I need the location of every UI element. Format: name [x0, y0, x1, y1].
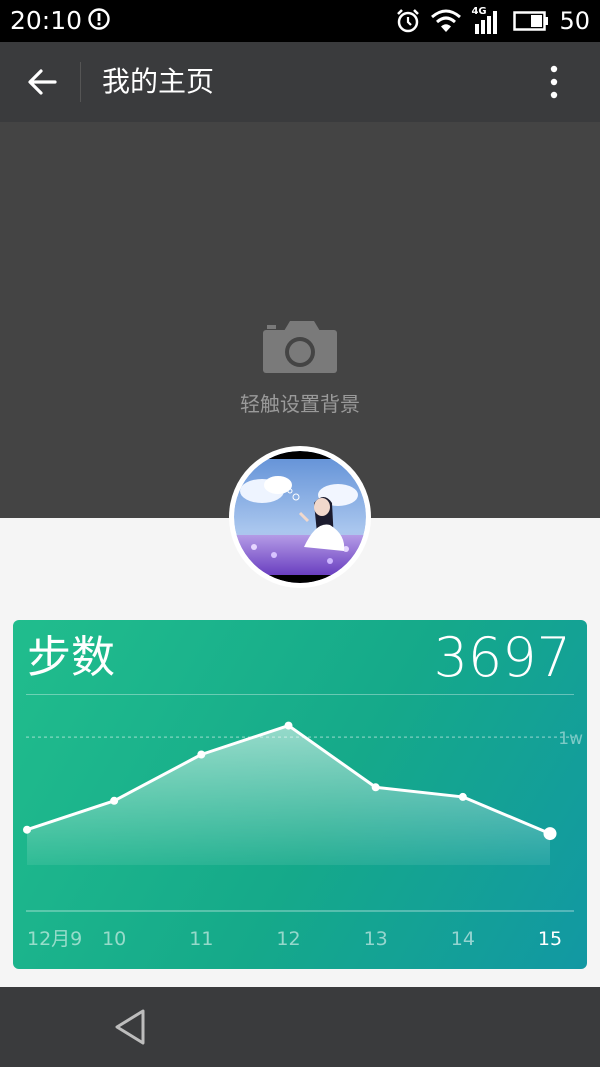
avatar-image	[234, 451, 366, 583]
data-point	[284, 721, 293, 730]
arrow-left-icon	[28, 69, 57, 95]
app-bar-divider	[80, 62, 81, 102]
battery-icon	[513, 11, 549, 31]
alert-icon	[88, 8, 110, 30]
data-point	[543, 827, 557, 841]
nav-back-button[interactable]	[106, 1004, 154, 1050]
x-tick-label: 10	[102, 928, 126, 950]
data-point	[110, 796, 119, 805]
data-point	[371, 783, 380, 792]
page-title: 我的主页	[102, 65, 215, 98]
data-point	[23, 825, 31, 834]
x-tick-label: 12月9	[27, 928, 82, 950]
wifi-icon	[431, 9, 462, 32]
more-vert-icon	[550, 65, 558, 99]
x-tick-label: 11	[189, 928, 213, 950]
triangle-back-icon	[115, 1009, 145, 1045]
x-tick-label: 13	[364, 928, 388, 950]
reference-line-label: 1w	[558, 729, 583, 749]
data-point	[458, 792, 467, 801]
set-background-hint: 轻触设置背景	[240, 392, 360, 416]
more-options-button[interactable]	[536, 62, 572, 102]
status-bar: 20:10 4G 50	[0, 0, 600, 42]
battery-level: 50	[559, 7, 590, 35]
camera-icon	[263, 321, 337, 373]
signal-icon	[475, 11, 498, 34]
alarm-icon	[397, 9, 420, 33]
steps-card[interactable]: 步数 3697 1w 12月9 10 11 12 13 14 15	[13, 620, 587, 969]
x-tick-label: 14	[451, 928, 475, 950]
x-tick-label: 15	[538, 928, 562, 950]
navigation-bar	[0, 987, 600, 1067]
back-button[interactable]	[14, 54, 70, 110]
steps-chart: 1w 12月9 10 11 12 13 14 15	[23, 721, 583, 950]
chart-area	[27, 725, 550, 865]
app-bar: 我的主页	[0, 42, 600, 122]
signal-indicator: 4G	[471, 6, 503, 34]
status-time: 20:10	[10, 6, 83, 35]
data-point	[197, 750, 206, 759]
avatar[interactable]	[229, 446, 371, 588]
x-tick-label: 12	[276, 928, 300, 950]
